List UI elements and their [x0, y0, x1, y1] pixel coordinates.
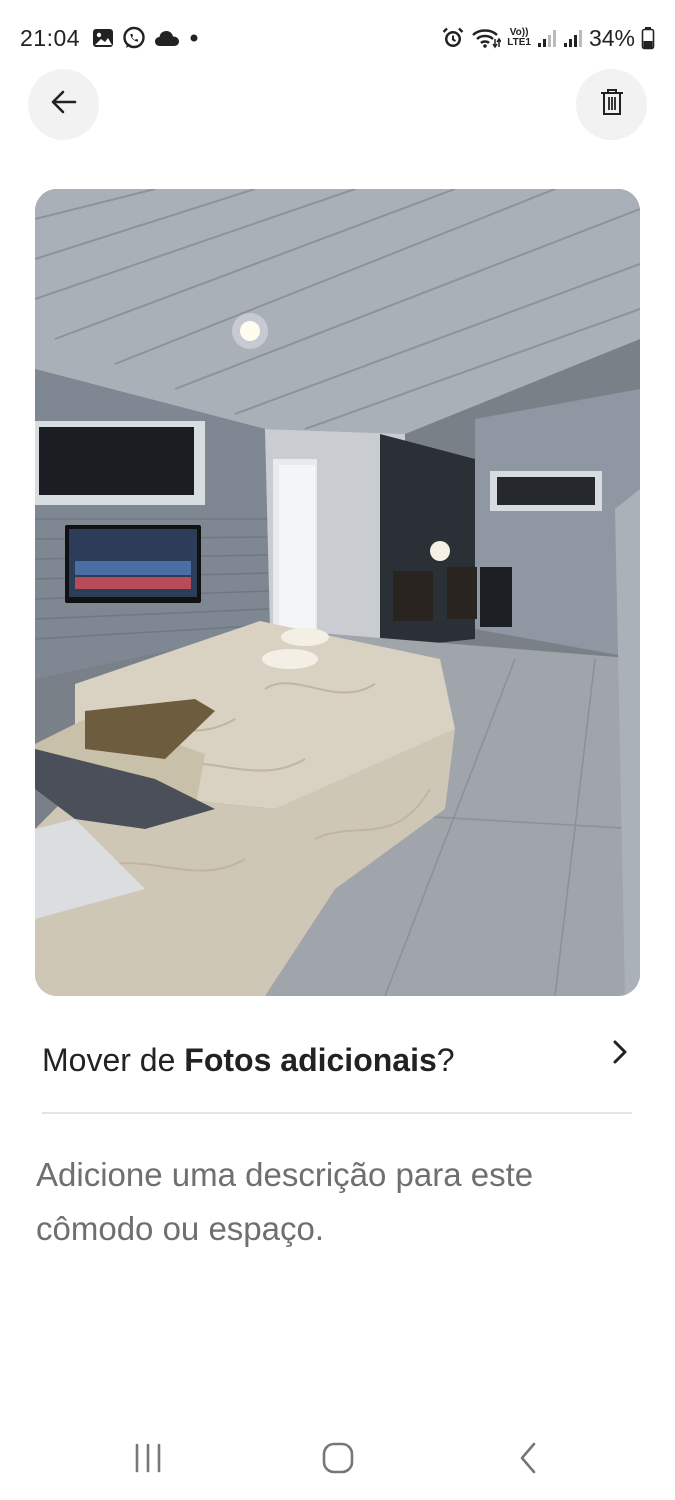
- signal-icon: [563, 28, 583, 48]
- recents-button[interactable]: [130, 1440, 166, 1481]
- move-album-text: Mover de Fotos adicionais?: [42, 1042, 455, 1079]
- status-left: 21:04: [20, 25, 200, 52]
- status-time: 21:04: [20, 24, 81, 51]
- recents-icon: [130, 1440, 166, 1481]
- volte-icon: Vo)) LTE1: [507, 28, 531, 48]
- battery-icon: [641, 26, 655, 50]
- photo-edit-screen: 21:04 Vo)) LTE1 34% Mover de Fotos adici…: [0, 0, 675, 1500]
- back-button[interactable]: [28, 69, 99, 140]
- trash-icon: [599, 88, 625, 121]
- whatsapp-icon: [122, 26, 146, 50]
- bedroom-photo-image: [35, 189, 640, 996]
- back-chevron-icon: [512, 1440, 548, 1481]
- gallery-icon: [92, 28, 114, 48]
- cloud-icon: [154, 29, 180, 47]
- system-nav-bar: [0, 1410, 675, 1500]
- move-album-row[interactable]: Mover de Fotos adicionais?: [42, 1030, 642, 1090]
- volte-label-bottom: LTE1: [507, 37, 531, 48]
- alarm-icon: [441, 26, 465, 50]
- home-icon: [320, 1440, 356, 1481]
- room-photo[interactable]: [35, 189, 640, 996]
- wifi-icon: [471, 27, 502, 49]
- battery-level: 34%: [588, 24, 635, 51]
- description-input[interactable]: Adicione uma descrição para este cômodo …: [36, 1148, 636, 1256]
- move-album-name: Fotos adicionais: [184, 1041, 437, 1078]
- home-button[interactable]: [320, 1440, 356, 1481]
- move-prefix: Mover de: [42, 1041, 185, 1078]
- status-right: Vo)) LTE1 34%: [441, 25, 655, 52]
- dot-icon: [188, 32, 200, 44]
- move-suffix: ?: [436, 1041, 455, 1078]
- nav-back-button[interactable]: [512, 1440, 548, 1481]
- delete-button[interactable]: [576, 69, 647, 140]
- signal-icon: [537, 28, 557, 48]
- chevron-right-icon: [609, 1038, 631, 1071]
- arrow-left-icon: [49, 87, 79, 122]
- status-bar: 21:04 Vo)) LTE1 34%: [0, 0, 675, 76]
- divider: [42, 1112, 632, 1114]
